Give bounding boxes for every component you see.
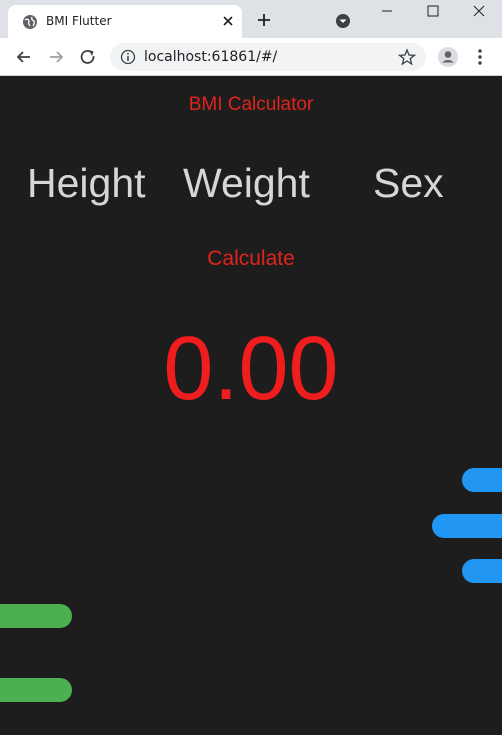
calculate-button[interactable]: Calculate <box>0 247 502 271</box>
bmi-result: 0.00 <box>163 319 339 419</box>
globe-icon <box>23 15 37 29</box>
arrow-left-icon[interactable] <box>14 47 34 67</box>
browser-toolbar: localhost:61861/#/ <box>0 38 502 76</box>
green-slider-bar[interactable] <box>0 604 72 628</box>
info-icon[interactable] <box>120 49 136 65</box>
blue-slider-bar[interactable] <box>462 468 502 492</box>
close-icon[interactable] <box>220 13 236 29</box>
app-title: BMI Calculator <box>188 94 314 115</box>
tab-strip: BMI Flutter <box>0 0 502 38</box>
app-viewport: BMI Calculator Height Weight Sex Calcula… <box>0 76 502 735</box>
reload-icon[interactable] <box>78 47 98 67</box>
blue-slider-bar[interactable] <box>432 514 502 538</box>
maximize-icon[interactable] <box>410 0 456 28</box>
green-slider-bar[interactable] <box>0 678 72 702</box>
height-label: Height <box>27 160 146 206</box>
calculate-label: Calculate <box>207 247 295 270</box>
weight-label: Weight <box>183 160 310 206</box>
blue-slider-bar[interactable] <box>462 559 502 583</box>
window-close-icon[interactable] <box>456 0 502 28</box>
profile-icon[interactable] <box>437 46 459 68</box>
arrow-right-icon[interactable] <box>46 47 66 67</box>
browser-tab[interactable]: BMI Flutter <box>8 5 242 38</box>
url-text[interactable]: localhost:61861/#/ <box>144 49 277 65</box>
chevron-down-circle-icon[interactable] <box>334 12 352 30</box>
plus-icon[interactable] <box>255 11 273 29</box>
more-vert-icon[interactable] <box>472 47 488 67</box>
address-bar[interactable]: localhost:61861/#/ <box>110 43 426 71</box>
star-icon[interactable] <box>398 48 416 66</box>
minimize-icon[interactable] <box>364 0 410 28</box>
sex-label: Sex <box>373 160 444 206</box>
tab-title: BMI Flutter <box>46 14 112 28</box>
